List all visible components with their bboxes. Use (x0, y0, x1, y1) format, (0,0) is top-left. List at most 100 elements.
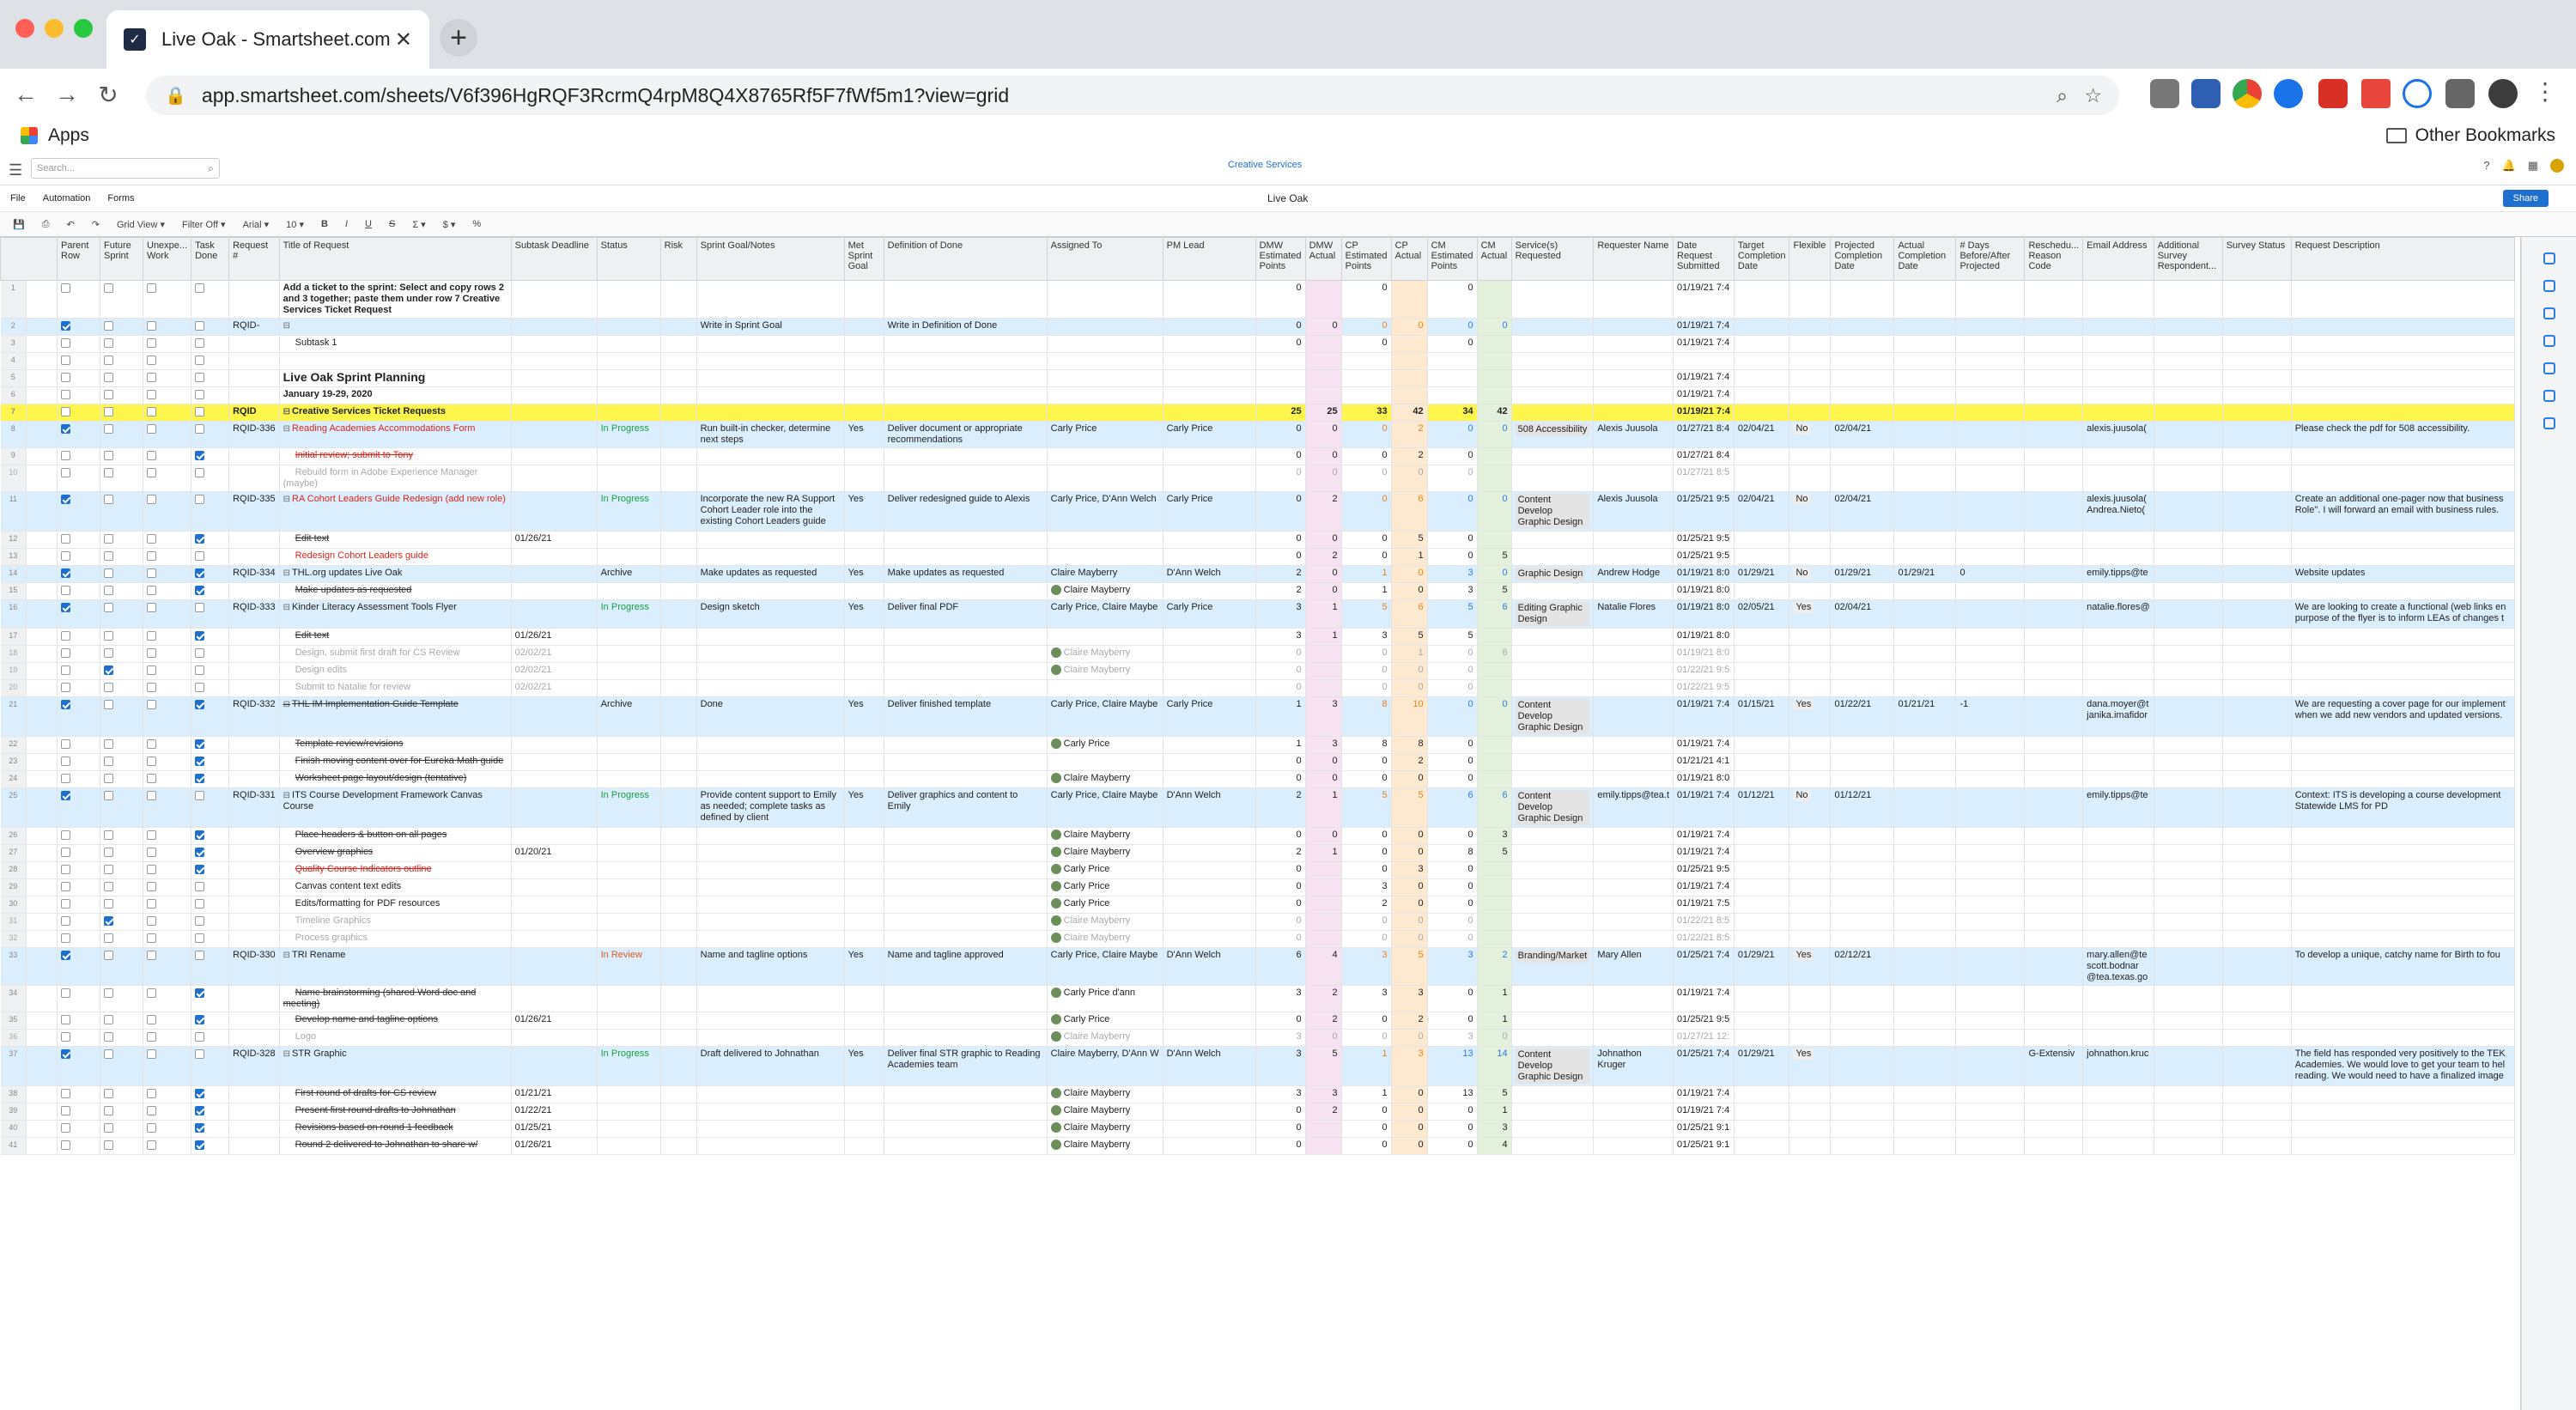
requester-name[interactable] (1593, 662, 1674, 680)
risk[interactable] (660, 335, 697, 353)
subtask-deadline[interactable] (511, 335, 598, 353)
request-description[interactable] (2291, 662, 2515, 680)
dmw-estimated-points[interactable]: 0 (1255, 861, 1306, 879)
future-sprint-checkbox[interactable] (104, 1088, 113, 1098)
projected-completion[interactable] (1830, 844, 1895, 862)
met-sprint-goal[interactable] (844, 1137, 884, 1155)
target-completion[interactable]: 01/15/21 (1734, 696, 1790, 737)
task-done-checkbox[interactable] (195, 1088, 205, 1098)
pm-lead[interactable]: D'Ann Welch (1163, 1046, 1256, 1086)
more-icon[interactable]: ⋮ (2533, 77, 2557, 106)
cp-actual-points[interactable] (1391, 335, 1428, 353)
pm-lead[interactable] (1163, 1012, 1256, 1030)
reschedule-reason[interactable] (2024, 1085, 2084, 1103)
days-before-after[interactable] (1955, 548, 2026, 566)
dmw-actual-points[interactable] (1305, 335, 1342, 353)
subtask-deadline[interactable] (511, 1046, 598, 1086)
pm-lead[interactable] (1163, 861, 1256, 879)
cp-estimated-points[interactable]: 5 (1341, 787, 1392, 828)
flexible[interactable] (1789, 770, 1832, 788)
survey-status[interactable] (2222, 662, 2292, 680)
reschedule-reason[interactable] (2024, 696, 2084, 737)
request-description[interactable] (2291, 645, 2515, 663)
request-description[interactable] (2291, 352, 2515, 370)
date-submitted[interactable]: 01/19/21 7:4 (1673, 386, 1735, 404)
subtask-deadline[interactable] (511, 913, 598, 931)
cp-actual-points[interactable]: 0 (1391, 827, 1428, 845)
assigned-to[interactable] (1047, 352, 1163, 370)
request-title[interactable]: Initial review; submit to Tony (279, 447, 512, 465)
unexpected-work-checkbox[interactable] (147, 283, 156, 293)
cm-actual-points[interactable]: 4 (1477, 1137, 1512, 1155)
email-address[interactable] (2082, 878, 2154, 896)
status[interactable] (597, 1103, 661, 1121)
request-description[interactable]: To develop a unique, catchy name for Bir… (2291, 947, 2515, 986)
column-header[interactable]: Met Sprint Goal (843, 237, 884, 281)
requester-name[interactable] (1593, 645, 1674, 663)
additional-respondent[interactable] (2154, 985, 2223, 1012)
task-done-checkbox[interactable] (195, 467, 205, 477)
subtask-deadline[interactable]: 02/02/21 (511, 645, 598, 663)
cp-actual-points[interactable]: 0 (1391, 1120, 1428, 1138)
assigned-to[interactable]: Carly Price (1047, 421, 1163, 448)
unexpected-work-checkbox[interactable] (147, 864, 156, 874)
table-row[interactable]: 13 Redesign Cohort Leaders guide 0 2 0 1 0 5 01/… (0, 548, 2515, 566)
dmw-actual-points[interactable] (1305, 679, 1342, 697)
actual-completion[interactable] (1893, 531, 1957, 549)
table-row[interactable]: 5 Live Oak Sprint Planning 01/19/21 7:4 (0, 369, 2515, 387)
column-header[interactable]: Request Description (2290, 237, 2515, 281)
row-number[interactable]: 7 (0, 404, 27, 422)
dmw-actual-points[interactable] (1305, 1120, 1342, 1138)
assigned-to[interactable] (1047, 280, 1163, 319)
date-submitted[interactable]: 01/19/21 7:4 (1673, 1085, 1735, 1103)
definition-of-done[interactable] (884, 628, 1048, 646)
target-completion[interactable] (1734, 753, 1790, 771)
sprint-notes[interactable] (696, 465, 845, 492)
sprint-notes[interactable]: Draft delivered to Johnathan (696, 1046, 845, 1086)
column-header[interactable]: # Days Before/After Projected (1955, 237, 2026, 281)
request-number[interactable] (228, 878, 280, 896)
dmw-estimated-points[interactable]: 0 (1255, 335, 1306, 353)
request-title[interactable]: Template review/revisions (279, 736, 512, 754)
dmw-estimated-points[interactable]: 0 (1255, 531, 1306, 549)
table-row[interactable]: 6 January 19-29, 2020 01/19/21 7:4 (0, 386, 2515, 404)
pm-lead[interactable]: D'Ann Welch (1163, 787, 1256, 828)
request-title[interactable]: Timeline Graphics (279, 913, 512, 931)
date-submitted[interactable]: 01/25/21 9:1 (1673, 1120, 1735, 1138)
additional-respondent[interactable] (2154, 386, 2223, 404)
unexpected-work-checkbox[interactable] (147, 915, 156, 926)
services-requested[interactable] (1511, 1103, 1595, 1121)
cm-actual-points[interactable]: 5 (1477, 582, 1512, 600)
cp-estimated-points[interactable]: 0 (1341, 1137, 1392, 1155)
row-number[interactable]: 30 (0, 896, 27, 914)
summary-icon[interactable] (2543, 362, 2555, 374)
flexible[interactable] (1789, 318, 1832, 336)
sprint-notes[interactable] (696, 844, 845, 862)
row-number[interactable]: 34 (0, 985, 27, 1012)
status[interactable] (597, 369, 661, 387)
services-requested[interactable]: Editing Graphic Design (1511, 599, 1595, 629)
definition-of-done[interactable] (884, 827, 1048, 845)
requester-name[interactable] (1593, 861, 1674, 879)
request-number[interactable] (228, 447, 280, 465)
request-number[interactable]: RQID-330 (228, 947, 280, 986)
parent-row-checkbox[interactable] (61, 847, 70, 857)
cp-actual-points[interactable]: 5 (1391, 628, 1428, 646)
row-number[interactable]: 27 (0, 844, 27, 862)
parent-row-checkbox[interactable] (61, 406, 70, 416)
dmw-estimated-points[interactable]: 3 (1255, 599, 1306, 629)
definition-of-done[interactable] (884, 1029, 1048, 1047)
survey-status[interactable] (2222, 1046, 2292, 1086)
dmw-estimated-points[interactable] (1255, 386, 1306, 404)
met-sprint-goal[interactable] (844, 770, 884, 788)
request-title[interactable]: ⊟ Kinder Literacy Assessment Tools Flyer (279, 599, 512, 629)
additional-respondent[interactable] (2154, 827, 2223, 845)
table-row[interactable]: 9 Initial review; submit to Tony 0 0 0 2 0 01/2… (0, 447, 2515, 465)
flexible[interactable] (1789, 447, 1832, 465)
collapse-icon[interactable]: ⊟ (283, 424, 290, 434)
additional-respondent[interactable] (2154, 1012, 2223, 1030)
requester-name[interactable] (1593, 1012, 1674, 1030)
met-sprint-goal[interactable] (844, 1029, 884, 1047)
assigned-to[interactable]: Carly Price (1047, 1012, 1163, 1030)
row-number[interactable]: 28 (0, 861, 27, 879)
